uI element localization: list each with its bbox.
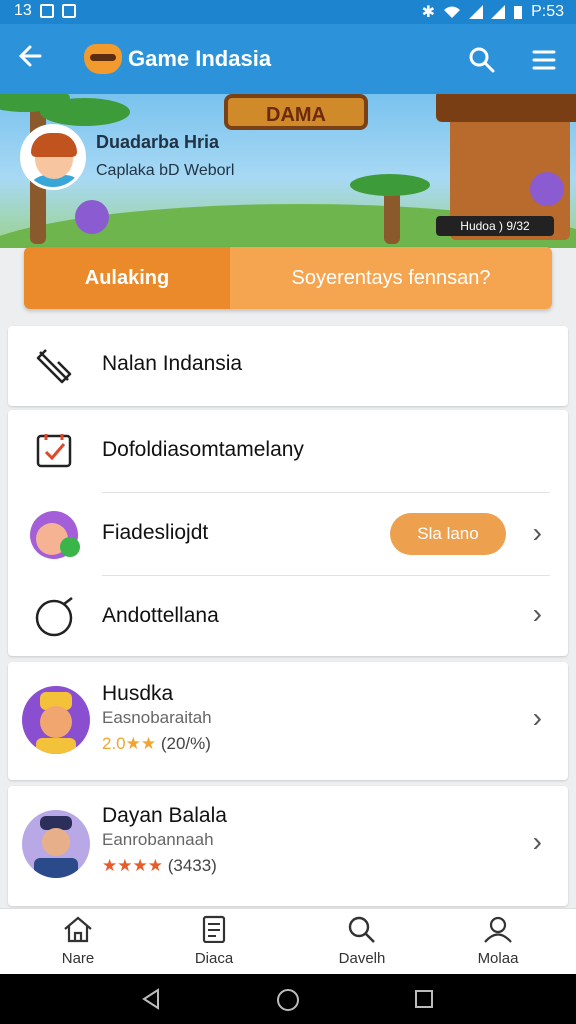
menu-card-2: Dofoldiasomtamelany Fiadesliojdt Sla lan… (8, 410, 568, 656)
game-title: Husdka (102, 682, 174, 705)
nav-label: Davelh (338, 950, 386, 967)
chevron-right-icon: › (532, 598, 542, 629)
game-avatar (22, 686, 90, 754)
chevron-right-icon: › (532, 702, 542, 733)
menu-item-label: Dofoldiasomtamelany (102, 438, 304, 461)
nav-document[interactable]: Diaca (164, 915, 264, 967)
user-name: Duadarba Hria (96, 132, 220, 152)
clipboard-check-icon (34, 430, 74, 475)
menu-item-label: Andottellana (102, 604, 219, 627)
game-rating: 2.0★★ (20/%) (102, 734, 211, 754)
chevron-right-icon: › (532, 517, 542, 548)
game-card-1[interactable]: Husdka Easnobaraitah 2.0★★ (20/%) › (8, 662, 568, 780)
nav-home[interactable]: Nare (28, 915, 128, 967)
image-notification-icon (61, 4, 76, 18)
menu-card-1: Nalan Indansia (8, 326, 568, 406)
menu-item-label: Fiadesliojdt (102, 521, 209, 544)
status-time-left: 13 (14, 2, 32, 19)
bottom-nav: Nare Diaca Davelh Molaa (0, 908, 576, 975)
game-card-2[interactable]: Dayan Balala Eanrobannaah ★★★★ (3433) › (8, 786, 568, 906)
star-icon: ★★★★ (102, 856, 163, 875)
home-icon (64, 916, 92, 943)
system-nav-bar (0, 974, 576, 1024)
nav-search[interactable]: Davelh (312, 915, 412, 967)
nav-label: Molaa (477, 950, 519, 967)
game-subtitle: Easnobaraitah (102, 708, 212, 727)
document-icon (202, 915, 226, 944)
hero-flower-2 (530, 172, 564, 206)
bomb-icon (34, 594, 78, 643)
recents-icon[interactable] (414, 989, 434, 1009)
character-icon (28, 509, 82, 568)
hero-palm-leaf-2 (40, 98, 130, 126)
nav-label: Nare (61, 950, 95, 967)
avatar[interactable] (20, 124, 86, 190)
game-title: Dayan Balala (102, 804, 227, 827)
menu-item-andottellana[interactable]: Andottellana › (8, 576, 568, 656)
chevron-right-icon: › (532, 826, 542, 857)
notification-icon (39, 4, 54, 18)
tools-icon (34, 346, 74, 391)
tab-bar: Aulaking Soyerentays fennsan? (24, 247, 552, 309)
battery-icon (514, 6, 523, 19)
rating-count: (3433) (167, 856, 217, 875)
status-time-right: P:53 (531, 3, 564, 20)
rating-count: (20/%) (160, 734, 211, 753)
app-title: Game Indasia (128, 46, 272, 71)
tab-soyerentays[interactable]: Soyerentays fennsan? (230, 247, 552, 309)
hero-flower (75, 200, 109, 234)
star-icon: ★★ (125, 734, 157, 753)
bluetooth-icon: ✱ (421, 4, 436, 21)
menu-icon[interactable] (532, 48, 556, 77)
hero-palm-leaf-3 (350, 174, 430, 196)
wifi-icon (444, 6, 461, 18)
tab-aulaking[interactable]: Aulaking (24, 247, 230, 309)
menu-item-dofoldiaso[interactable]: Dofoldiasomtamelany (8, 410, 568, 492)
user-subtitle: Caplaka bD Weborl (96, 162, 235, 179)
signal-icon (469, 5, 484, 19)
signal-icon-2 (491, 5, 506, 19)
hero-sign: DAMA (224, 94, 368, 130)
home-circle-icon[interactable] (276, 988, 300, 1012)
back-arrow-icon[interactable] (18, 42, 46, 76)
search-icon (348, 916, 375, 943)
back-icon[interactable] (140, 988, 162, 1010)
app-bar: Game Indasia (0, 24, 576, 94)
status-bar: 13 ✱ P:53 (0, 0, 576, 24)
game-avatar (22, 810, 90, 878)
app-logo-icon (84, 44, 122, 74)
menu-item-fiadeslio[interactable]: Fiadesliojdt Sla lano › (8, 493, 568, 575)
game-rating: ★★★★ (3433) (102, 856, 217, 876)
profile-icon (484, 916, 512, 943)
menu-item-label: Nalan Indansia (102, 352, 243, 375)
game-subtitle: Eanrobannaah (102, 830, 214, 849)
action-button[interactable]: Sla lano (390, 513, 506, 555)
hero-badge: Hudoa ) 9/32 (436, 216, 554, 236)
search-icon[interactable] (468, 46, 496, 79)
menu-item-nalan[interactable]: Nalan Indansia (8, 326, 568, 406)
rating-value: 2.0 (102, 734, 126, 753)
nav-label: Diaca (194, 950, 234, 967)
nav-profile[interactable]: Molaa (448, 915, 548, 967)
